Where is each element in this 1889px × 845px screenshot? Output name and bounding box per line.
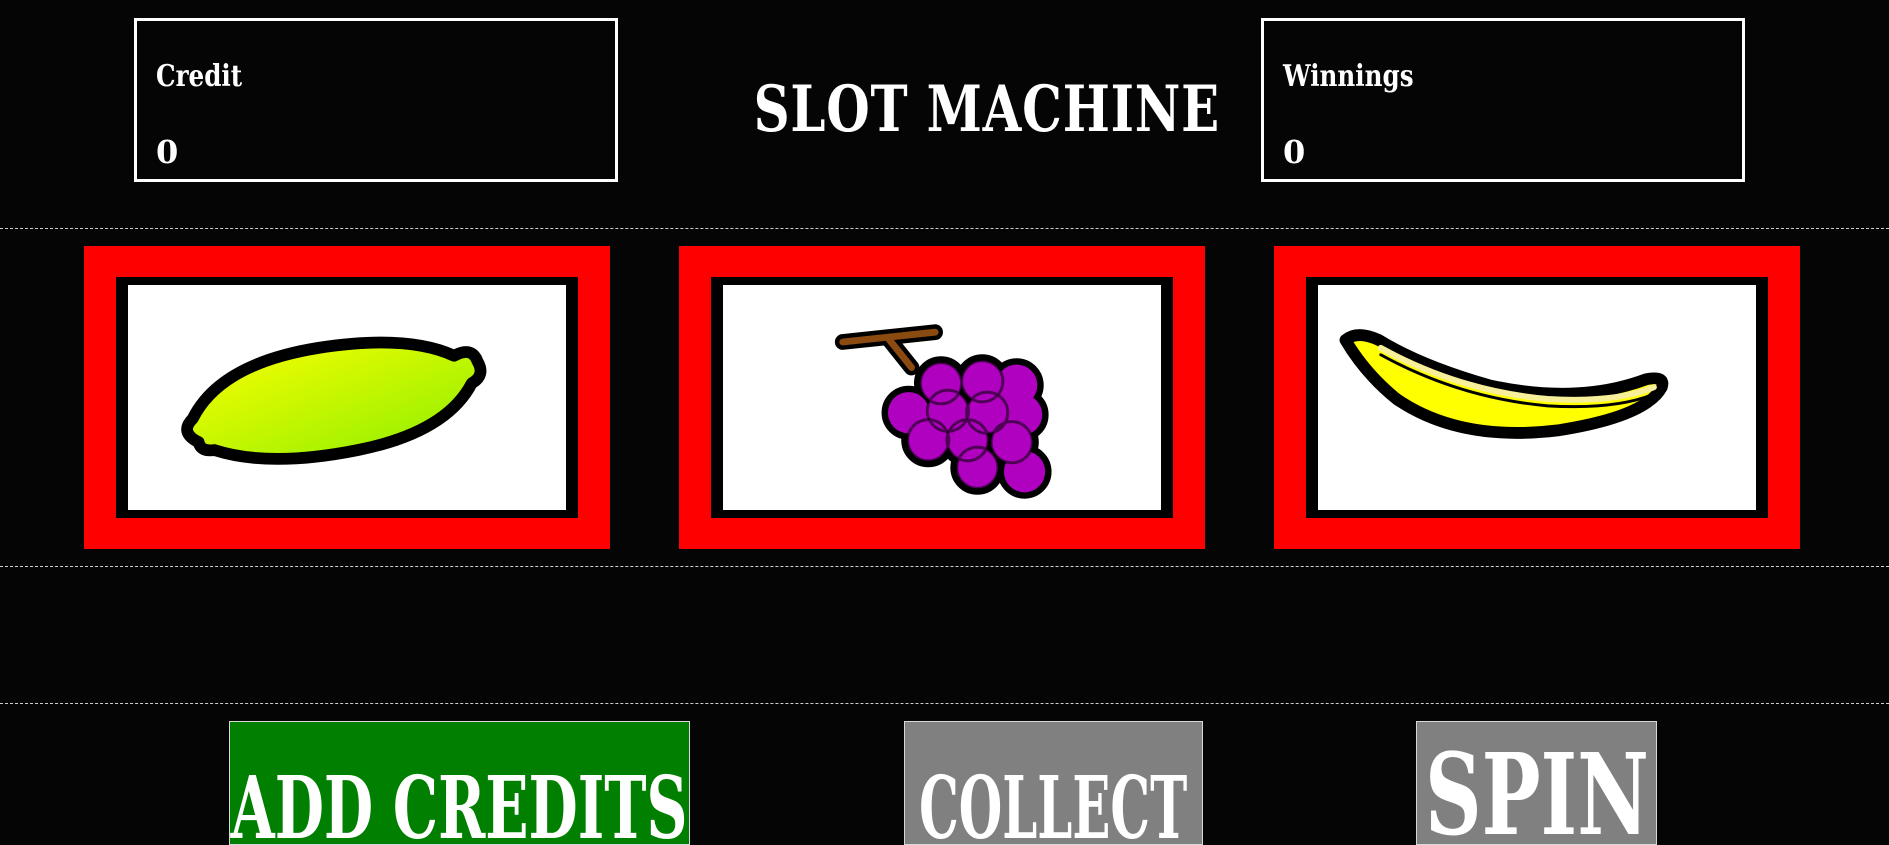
add-credits-button[interactable]: ADD CREDITS [229, 721, 690, 845]
spin-button[interactable]: SPIN [1416, 721, 1657, 845]
reel-1 [84, 246, 610, 549]
divider-top [0, 228, 1889, 229]
credit-value: 0 [156, 133, 179, 171]
reel-2 [679, 246, 1205, 549]
page-title: SLOT MACHINE [753, 72, 1221, 147]
divider-middle [0, 566, 1889, 567]
grapes-icon [834, 324, 1052, 499]
winnings-panel: Winnings 0 [1261, 18, 1745, 182]
winnings-label: Winnings [1283, 59, 1414, 94]
collect-button[interactable]: COLLECT [904, 721, 1203, 845]
collect-label: COLLECT [919, 758, 1188, 845]
lemon-icon [181, 336, 487, 465]
reel-3 [1274, 246, 1800, 549]
reel-1-window [128, 285, 566, 510]
spin-label: SPIN [1424, 730, 1649, 845]
banana-icon [1339, 329, 1669, 439]
reel-2-window [723, 285, 1161, 510]
divider-bottom [0, 703, 1889, 704]
credit-panel: Credit 0 [134, 18, 618, 182]
credit-label: Credit [156, 59, 243, 94]
add-credits-label: ADD CREDITS [231, 758, 688, 845]
winnings-value: 0 [1283, 133, 1306, 171]
reel-3-window [1318, 285, 1756, 510]
